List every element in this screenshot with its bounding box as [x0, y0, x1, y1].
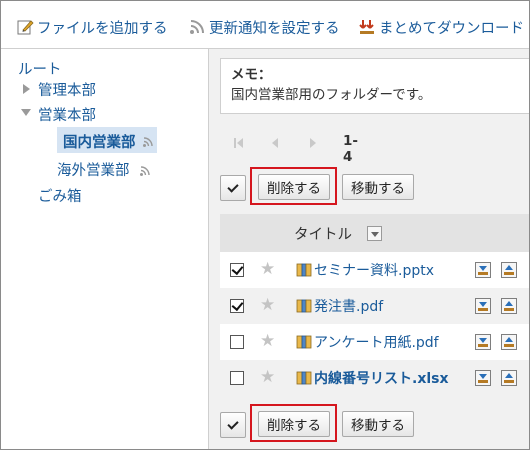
collapse-arrow-icon[interactable]	[21, 109, 31, 116]
table-row: ★ アンケート用紙.pdf	[220, 324, 529, 360]
table-header: タイトル	[220, 214, 529, 252]
delete-button-bottom[interactable]: 削除する	[258, 411, 330, 437]
table-row: ★ 内線番号リスト.xlsx	[220, 360, 529, 396]
row-checkbox[interactable]	[230, 263, 244, 277]
pencil-note-icon	[16, 18, 34, 36]
select-all-button[interactable]	[220, 175, 246, 201]
upload-icon[interactable]	[501, 370, 517, 386]
toolbar: ファイルを追加する 更新通知を設定する まとめてダウンロード	[1, 1, 529, 49]
file-link[interactable]: アンケート用紙.pdf	[314, 332, 439, 352]
memo-box: メモ： 国内営業部用のフォルダーです。	[220, 58, 529, 114]
app-window: ファイルを追加する 更新通知を設定する まとめてダウンロード ルート 管理本部 …	[0, 0, 530, 450]
star-icon[interactable]: ★	[260, 259, 275, 279]
file-link[interactable]: 内線番号リスト.xlsx	[314, 368, 449, 388]
tree-item-eigyo[interactable]: 営業本部	[38, 104, 96, 125]
rss-icon	[142, 136, 154, 148]
star-icon[interactable]: ★	[260, 367, 275, 387]
file-link[interactable]: 発注書.pdf	[314, 296, 383, 316]
delete-button[interactable]: 削除する	[258, 174, 330, 200]
column-title: タイトル	[294, 227, 352, 243]
select-all-button-bottom[interactable]	[220, 412, 246, 438]
download-icon[interactable]	[475, 262, 491, 278]
download-icon[interactable]	[475, 334, 491, 350]
star-icon[interactable]: ★	[260, 295, 275, 315]
prev-page-icon	[272, 138, 278, 148]
file-link[interactable]: セミナー資料.pptx	[314, 260, 434, 280]
tree-item-trash[interactable]: ごみ箱	[38, 185, 82, 206]
first-page-arrow-icon	[237, 138, 243, 148]
rss-icon	[139, 165, 151, 177]
tree-root[interactable]: ルート	[18, 58, 62, 79]
expand-arrow-icon[interactable]	[23, 84, 30, 94]
file-folder-icon	[296, 334, 312, 350]
file-folder-icon	[296, 370, 312, 386]
row-checkbox[interactable]	[230, 371, 244, 385]
memo-text: 国内営業部用のフォルダーです。	[231, 87, 432, 103]
file-list-panel: メモ： 国内営業部用のフォルダーです。 1-4 削除する 移動する タイトル ★	[208, 49, 529, 449]
file-folder-icon	[296, 298, 312, 314]
notify-settings-link[interactable]: 更新通知を設定する	[188, 16, 340, 38]
add-file-link[interactable]: ファイルを追加する	[16, 16, 168, 38]
add-file-label: ファイルを追加する	[37, 20, 168, 37]
download-icon[interactable]	[475, 298, 491, 314]
tree-item-kokunai[interactable]: 国内営業部	[63, 131, 136, 152]
first-page-icon	[234, 138, 236, 148]
star-icon[interactable]: ★	[260, 331, 275, 351]
page-range: 1-4	[343, 133, 358, 165]
download-icon[interactable]	[475, 370, 491, 386]
folder-tree: ルート 管理本部 営業本部 国内営業部 海外営業部 ごみ箱	[1, 49, 208, 449]
bulk-download-link[interactable]: まとめてダウンロード	[358, 16, 524, 38]
next-page-icon	[310, 138, 316, 148]
bulk-download-label: まとめてダウンロード	[379, 20, 524, 37]
row-checkbox[interactable]	[230, 299, 244, 313]
row-checkbox[interactable]	[230, 335, 244, 349]
download-icon	[358, 18, 376, 36]
tree-item-kaigai[interactable]: 海外営業部	[57, 159, 130, 180]
file-folder-icon	[296, 262, 312, 278]
memo-label: メモ：	[231, 67, 272, 83]
upload-icon[interactable]	[501, 262, 517, 278]
move-button[interactable]: 移動する	[342, 174, 414, 200]
upload-icon[interactable]	[501, 298, 517, 314]
rss-icon	[188, 18, 206, 36]
table-row: ★ 発注書.pdf	[220, 288, 529, 324]
upload-icon[interactable]	[501, 334, 517, 350]
notify-label: 更新通知を設定する	[209, 20, 340, 37]
tree-item-kanri[interactable]: 管理本部	[38, 79, 96, 100]
move-button-bottom[interactable]: 移動する	[342, 411, 414, 437]
sort-dropdown-icon[interactable]	[367, 226, 382, 241]
table-row: ★ セミナー資料.pptx	[220, 252, 529, 288]
